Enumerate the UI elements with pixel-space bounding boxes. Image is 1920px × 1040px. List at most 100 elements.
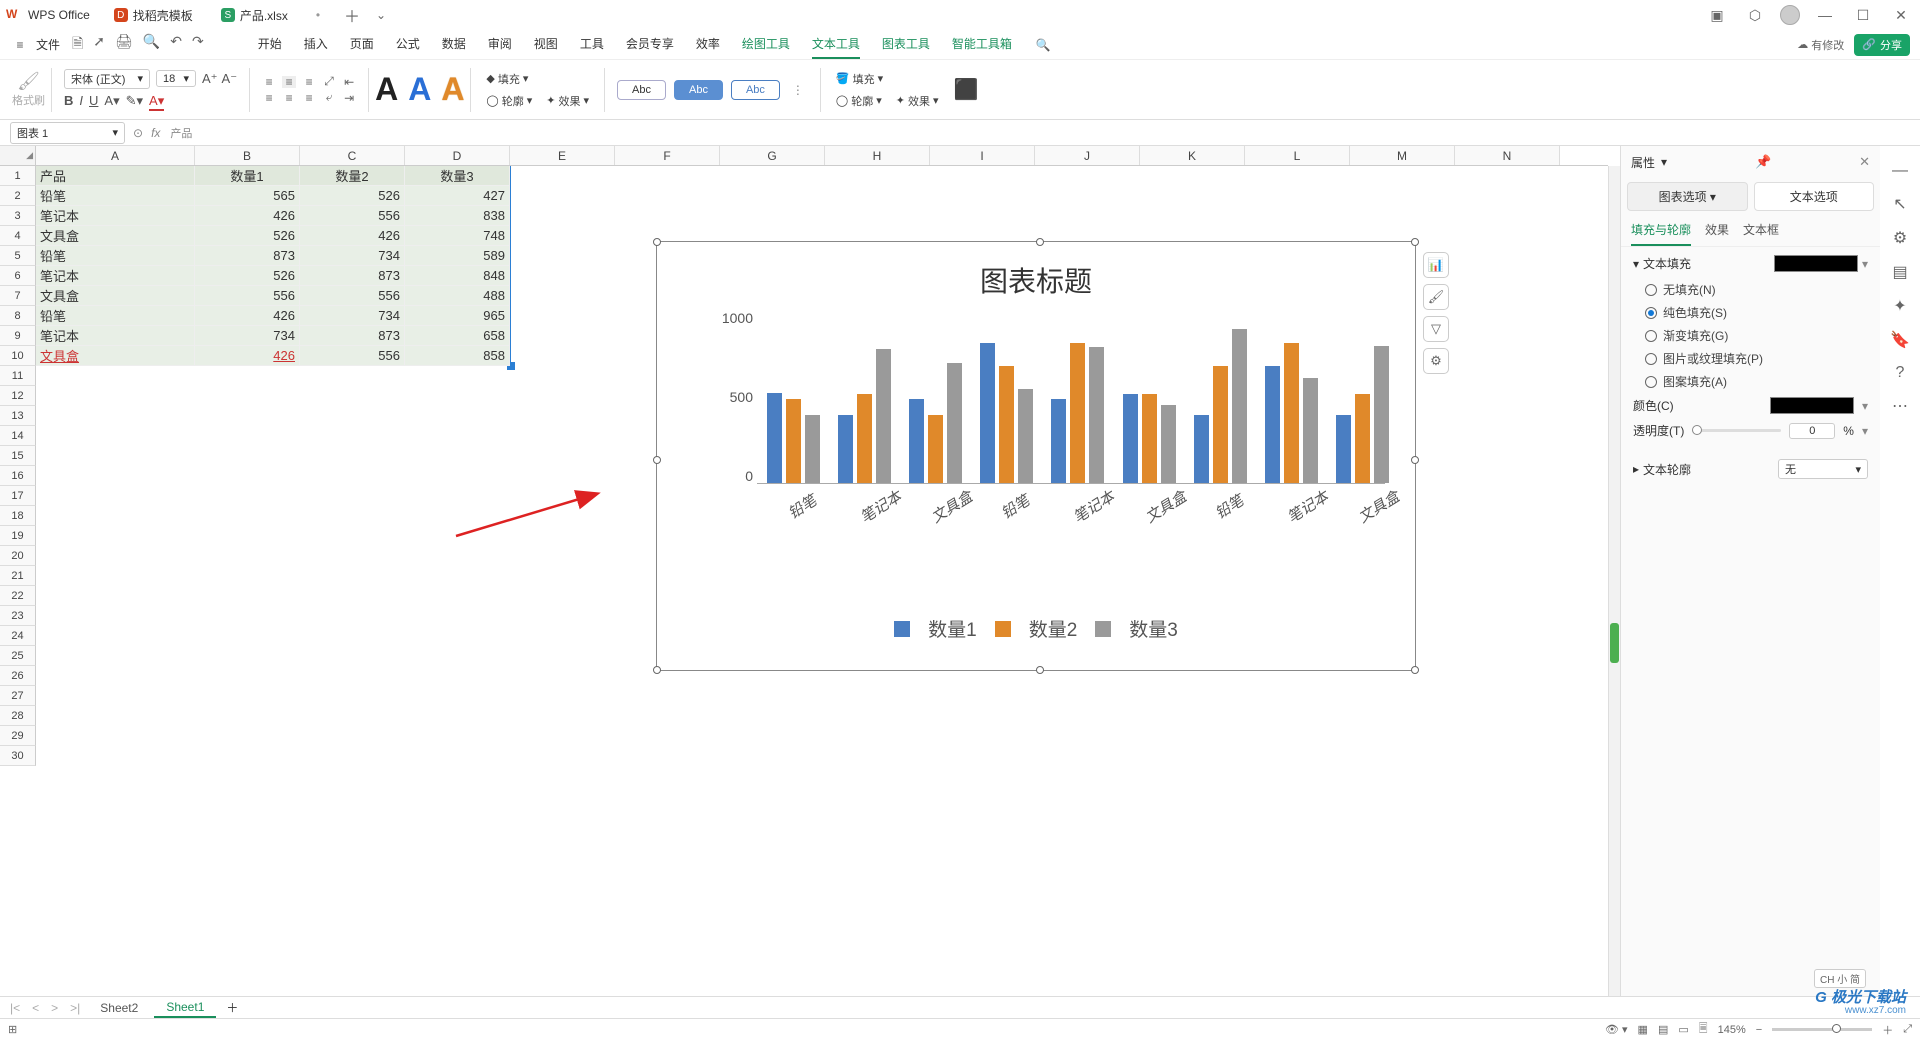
cell[interactable]: 734 bbox=[195, 326, 300, 346]
align-top[interactable]: ≡ bbox=[262, 76, 276, 88]
row-header[interactable]: 10 bbox=[0, 346, 36, 366]
col-header[interactable]: F bbox=[615, 146, 720, 165]
row-header[interactable]: 20 bbox=[0, 546, 36, 566]
row-header[interactable]: 26 bbox=[0, 666, 36, 686]
fx-expand[interactable]: ⊙ bbox=[133, 126, 143, 140]
align-bot[interactable]: ≡ bbox=[302, 76, 316, 88]
text-style-presets[interactable]: AAA bbox=[375, 71, 464, 108]
cell[interactable]: 658 bbox=[405, 326, 510, 346]
shape-style-1[interactable]: Abc bbox=[617, 80, 666, 100]
view-page-icon[interactable]: 🗏 bbox=[1699, 1020, 1708, 1039]
search-icon[interactable]: 🔍 bbox=[1036, 38, 1051, 52]
cell[interactable]: 526 bbox=[300, 186, 405, 206]
col-header[interactable]: L bbox=[1245, 146, 1350, 165]
transparency-value[interactable]: 0 bbox=[1789, 423, 1835, 439]
cell[interactable]: 526 bbox=[195, 226, 300, 246]
zoom-value[interactable]: 145% bbox=[1718, 1024, 1746, 1036]
row-header[interactable]: 30 bbox=[0, 746, 36, 766]
font-size-select[interactable]: 18▾ bbox=[156, 70, 196, 87]
menu-工具[interactable]: 工具 bbox=[580, 30, 604, 59]
fill-swatch[interactable] bbox=[1774, 255, 1858, 272]
panel-icon[interactable]: ▣ bbox=[1704, 2, 1730, 28]
cell[interactable]: 铅笔 bbox=[36, 246, 195, 266]
fullscreen-icon[interactable]: ⤢ bbox=[1903, 1023, 1912, 1036]
cell[interactable]: 526 bbox=[195, 266, 300, 286]
align-right[interactable]: ≡ bbox=[302, 92, 316, 104]
adjust-icon[interactable]: ⚙ bbox=[1893, 228, 1907, 248]
chart-filter-icon[interactable]: ▽ bbox=[1423, 316, 1449, 342]
formula-input[interactable] bbox=[168, 125, 1910, 141]
section-text-fill[interactable]: ▾ 文本填充▾ bbox=[1633, 255, 1868, 272]
cell[interactable]: 铅笔 bbox=[36, 306, 195, 326]
cell[interactable]: 文具盒 bbox=[36, 226, 195, 246]
cell[interactable]: 873 bbox=[300, 266, 405, 286]
row-header[interactable]: 14 bbox=[0, 426, 36, 446]
shape-outline-button[interactable]: ◯ 轮廓 ▾ bbox=[833, 92, 885, 110]
row-header[interactable]: 7 bbox=[0, 286, 36, 306]
menu-开始[interactable]: 开始 bbox=[258, 30, 282, 59]
cell[interactable]: 426 bbox=[195, 206, 300, 226]
view-normal-icon[interactable]: ▦ bbox=[1638, 1023, 1648, 1036]
section-text-outline[interactable]: ▸ 文本轮廓 无▾ bbox=[1633, 459, 1868, 479]
tab-document[interactable]: S 产品.xlsx • bbox=[209, 3, 332, 28]
view-pagebreak-icon[interactable]: ▤ bbox=[1658, 1023, 1668, 1036]
sheet-add[interactable]: ＋ bbox=[220, 999, 244, 1016]
subtab-fill-outline[interactable]: 填充与轮廓 bbox=[1631, 221, 1691, 246]
cell[interactable]: 数量3 bbox=[405, 166, 510, 186]
col-header[interactable]: J bbox=[1035, 146, 1140, 165]
cell[interactable]: 556 bbox=[300, 346, 405, 366]
row-header[interactable]: 17 bbox=[0, 486, 36, 506]
sheet-first[interactable]: |< bbox=[6, 1001, 24, 1015]
cube-icon[interactable]: ⬡ bbox=[1742, 2, 1768, 28]
outline-select[interactable]: 无▾ bbox=[1778, 459, 1868, 479]
menu-file[interactable]: 文件 bbox=[36, 36, 60, 53]
row-header[interactable]: 6 bbox=[0, 266, 36, 286]
col-header[interactable]: N bbox=[1455, 146, 1560, 165]
cell[interactable]: 笔记本 bbox=[36, 206, 195, 226]
vertical-scrollbar[interactable] bbox=[1608, 166, 1620, 996]
cell[interactable]: 数量2 bbox=[300, 166, 405, 186]
row-header[interactable]: 8 bbox=[0, 306, 36, 326]
indent-inc[interactable]: ⇥ bbox=[342, 92, 356, 104]
row-header[interactable]: 28 bbox=[0, 706, 36, 726]
layers-icon[interactable]: ▤ bbox=[1892, 262, 1907, 282]
avatar[interactable] bbox=[1780, 5, 1800, 25]
menu-页面[interactable]: 页面 bbox=[350, 30, 374, 59]
subtab-effect[interactable]: 效果 bbox=[1705, 221, 1729, 246]
redo-icon[interactable]: ↷ bbox=[192, 33, 204, 57]
sheet-tab[interactable]: Sheet1 bbox=[154, 998, 216, 1018]
shape-effect-button[interactable]: ✦ 效果 ▾ bbox=[893, 92, 942, 110]
hamburger-icon[interactable]: ≡ bbox=[10, 38, 30, 52]
menu-公式[interactable]: 公式 bbox=[396, 30, 420, 59]
bold-button[interactable]: B bbox=[64, 93, 73, 111]
zoom-in[interactable]: ＋ bbox=[1882, 1022, 1893, 1038]
cell[interactable]: 734 bbox=[300, 246, 405, 266]
sheet-next[interactable]: > bbox=[47, 1001, 62, 1015]
col-header[interactable]: A bbox=[36, 146, 195, 165]
menu-会员专享[interactable]: 会员专享 bbox=[626, 30, 674, 59]
shape-fill-button[interactable]: 🪣 填充 ▾ bbox=[833, 70, 942, 88]
grow-font[interactable]: A⁺ bbox=[202, 71, 218, 87]
view-eye-icon[interactable]: 👁 ▾ bbox=[1605, 1023, 1628, 1036]
view-read-icon[interactable]: ▭ bbox=[1678, 1023, 1688, 1036]
cell[interactable]: 556 bbox=[195, 286, 300, 306]
cell[interactable]: 748 bbox=[405, 226, 510, 246]
modified-notice[interactable]: ☁ 有修改 bbox=[1797, 37, 1844, 53]
col-header[interactable]: B bbox=[195, 146, 300, 165]
chart-styles-icon[interactable]: 🖌 bbox=[1423, 284, 1449, 310]
cell[interactable]: 873 bbox=[195, 246, 300, 266]
col-header[interactable]: E bbox=[510, 146, 615, 165]
cell[interactable]: 426 bbox=[300, 226, 405, 246]
cell[interactable]: 铅笔 bbox=[36, 186, 195, 206]
row-header[interactable]: 16 bbox=[0, 466, 36, 486]
row-header[interactable]: 3 bbox=[0, 206, 36, 226]
cell[interactable]: 734 bbox=[300, 306, 405, 326]
undo-icon[interactable]: ↶ bbox=[170, 33, 182, 57]
align-mid[interactable]: ≡ bbox=[282, 76, 296, 88]
cell[interactable]: 589 bbox=[405, 246, 510, 266]
sparkle-icon[interactable]: ✦ bbox=[1893, 296, 1906, 316]
fill-radio[interactable]: 纯色填充(S) bbox=[1633, 301, 1868, 324]
col-header[interactable]: K bbox=[1140, 146, 1245, 165]
menu-绘图工具[interactable]: 绘图工具 bbox=[742, 30, 790, 59]
transparency-slider[interactable] bbox=[1692, 429, 1781, 432]
